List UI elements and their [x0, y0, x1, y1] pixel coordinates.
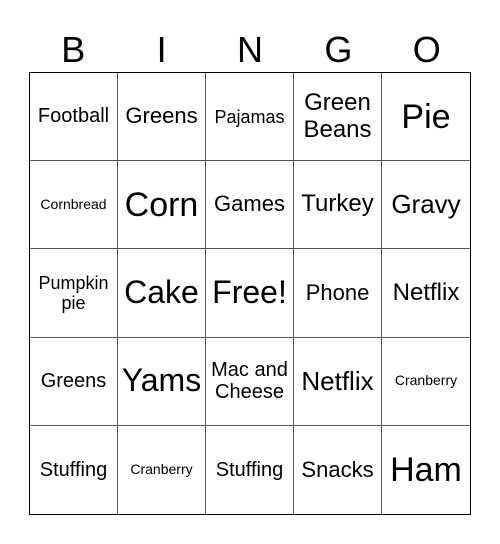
bingo-cell[interactable]: Pajamas [206, 73, 294, 162]
bingo-cell[interactable]: Stuffing [206, 425, 294, 514]
header-letter-n: N [236, 29, 263, 70]
header-letter-b: B [61, 29, 86, 70]
header-letter-o: O [412, 29, 441, 70]
bingo-cell[interactable]: Cake [118, 249, 206, 338]
bingo-cell[interactable]: Ham [382, 426, 470, 514]
bingo-cell[interactable]: Football [30, 73, 118, 162]
bingo-header: B I N G O [29, 28, 471, 72]
bingo-cell[interactable]: Mac and Cheese [206, 337, 294, 426]
bingo-cell[interactable]: Pie [382, 73, 470, 162]
free-space-cell[interactable]: Free! [206, 249, 294, 338]
bingo-cell[interactable]: Cranberry [118, 425, 206, 514]
bingo-cell[interactable]: Turkey [294, 161, 382, 250]
bingo-cell[interactable]: Netflix [382, 249, 470, 338]
bingo-cell[interactable]: Greens [30, 337, 118, 426]
bingo-cell[interactable]: Stuffing [30, 425, 118, 514]
bingo-cell[interactable]: Netflix [294, 337, 382, 426]
header-letter-i: I [156, 29, 167, 70]
bingo-grid: Football Greens Pajamas Green Beans Pie … [29, 72, 471, 515]
bingo-cell[interactable]: Cornbread [30, 161, 118, 250]
bingo-cell[interactable]: Corn [118, 161, 206, 250]
bingo-cell[interactable]: Cranberry [382, 338, 470, 426]
bingo-cell[interactable]: Gravy [382, 161, 470, 250]
bingo-cell[interactable]: Games [206, 161, 294, 250]
bingo-cell[interactable]: Green Beans [294, 73, 382, 162]
header-letter-g: G [324, 29, 353, 70]
bingo-cell[interactable]: Phone [294, 249, 382, 338]
bingo-cell[interactable]: Greens [118, 73, 206, 162]
bingo-cell[interactable]: Yams [118, 337, 206, 426]
bingo-cell[interactable]: Snacks [294, 425, 382, 514]
bingo-cell[interactable]: Pumpkin pie [30, 249, 118, 338]
